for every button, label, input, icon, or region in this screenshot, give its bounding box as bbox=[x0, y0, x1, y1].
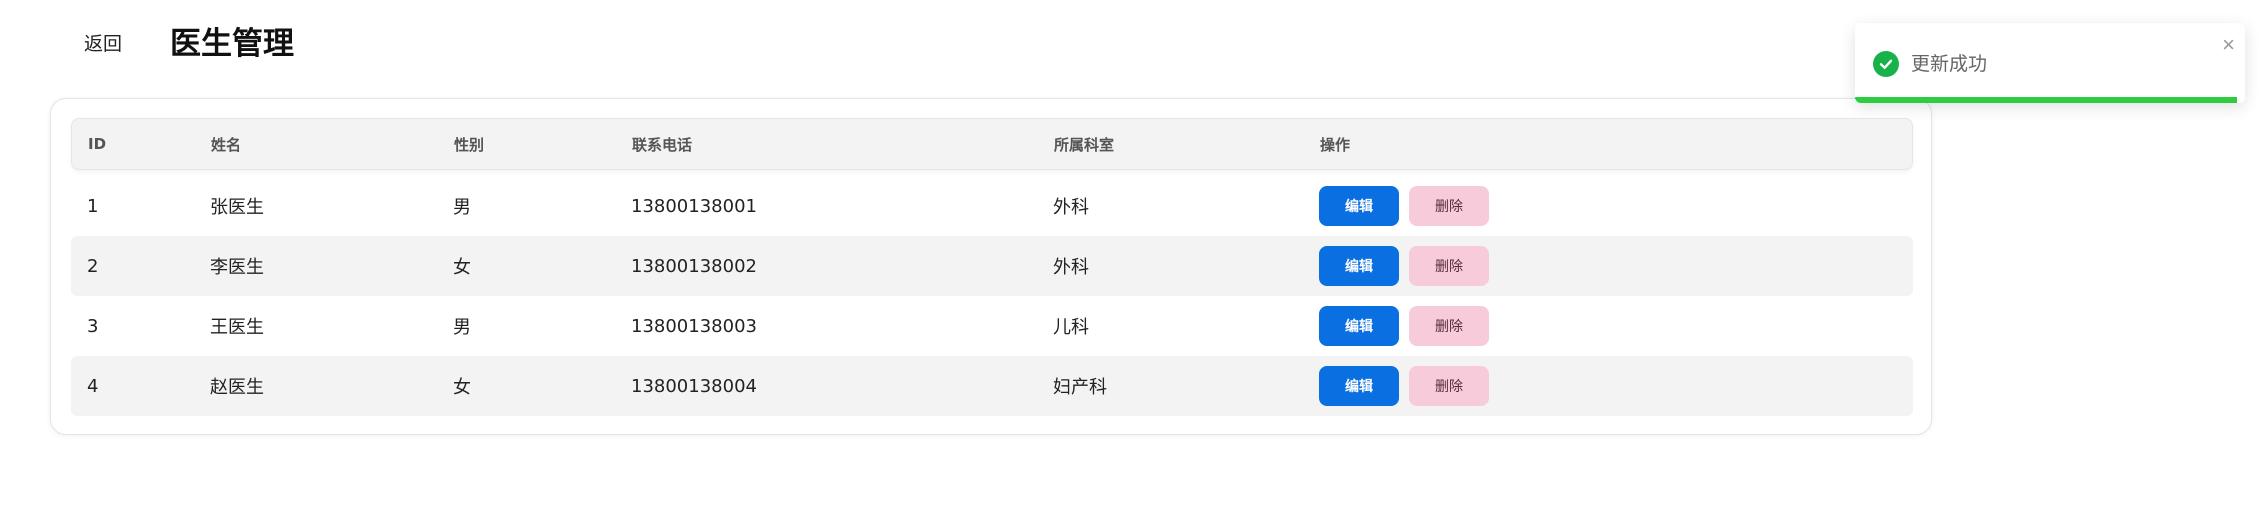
delete-button[interactable]: 删除 bbox=[1409, 186, 1489, 226]
cell-phone: 13800138003 bbox=[631, 315, 757, 337]
delete-button[interactable]: 删除 bbox=[1409, 306, 1489, 346]
table-row: 3 王医生 男 13800138003 儿科 编辑 删除 bbox=[71, 296, 1913, 356]
cell-id: 4 bbox=[87, 375, 99, 397]
toast-progress-bar bbox=[1855, 97, 2238, 103]
edit-button[interactable]: 编辑 bbox=[1319, 306, 1399, 346]
cell-name: 张医生 bbox=[210, 197, 264, 218]
cell-gender: 男 bbox=[453, 317, 471, 338]
delete-button[interactable]: 删除 bbox=[1409, 246, 1489, 286]
table-row: 1 张医生 男 13800138001 外科 编辑 删除 bbox=[71, 176, 1913, 236]
cell-id: 3 bbox=[87, 315, 99, 337]
cell-gender: 男 bbox=[453, 197, 471, 218]
delete-button[interactable]: 删除 bbox=[1409, 366, 1489, 406]
toast-message: 更新成功 bbox=[1911, 53, 1988, 75]
cell-actions: 编辑 删除 bbox=[1319, 186, 1913, 226]
check-circle-icon bbox=[1873, 51, 1899, 77]
cell-department: 妇产科 bbox=[1053, 377, 1107, 398]
column-header-name: 姓名 bbox=[211, 135, 242, 154]
edit-button[interactable]: 编辑 bbox=[1319, 366, 1399, 406]
page-header: 返回 医生管理 bbox=[0, 0, 1990, 90]
column-header-id: ID bbox=[88, 135, 107, 153]
cell-gender: 女 bbox=[453, 377, 471, 398]
column-header-actions: 操作 bbox=[1320, 135, 1351, 154]
cell-phone: 13800138004 bbox=[631, 375, 757, 397]
back-button[interactable]: 返回 bbox=[80, 28, 126, 62]
cell-department: 外科 bbox=[1053, 257, 1089, 278]
column-header-phone: 联系电话 bbox=[632, 135, 693, 154]
cell-id: 1 bbox=[87, 195, 99, 217]
cell-department: 外科 bbox=[1053, 197, 1089, 218]
page-title: 医生管理 bbox=[170, 26, 294, 62]
cell-actions: 编辑 删除 bbox=[1319, 366, 1913, 406]
cell-department: 儿科 bbox=[1053, 317, 1089, 338]
table-row: 4 赵医生 女 13800138004 妇产科 编辑 删除 bbox=[71, 356, 1913, 416]
cell-name: 王医生 bbox=[210, 317, 264, 338]
close-icon[interactable]: × bbox=[2222, 31, 2235, 59]
column-header-gender: 性别 bbox=[454, 135, 485, 154]
cell-name: 李医生 bbox=[210, 257, 264, 278]
cell-gender: 女 bbox=[453, 257, 471, 278]
success-toast: 更新成功 × bbox=[1855, 23, 2245, 103]
column-header-department: 所属科室 bbox=[1054, 135, 1115, 154]
cell-name: 赵医生 bbox=[210, 377, 264, 398]
doctor-table: ID 姓名 性别 联系电话 所属科室 操作 1 张医生 男 1380013800… bbox=[71, 118, 1913, 416]
cell-phone: 13800138002 bbox=[631, 255, 757, 277]
edit-button[interactable]: 编辑 bbox=[1319, 246, 1399, 286]
table-body: 1 张医生 男 13800138001 外科 编辑 删除 2 李医生 女 138… bbox=[71, 176, 1913, 416]
doctor-table-card: ID 姓名 性别 联系电话 所属科室 操作 1 张医生 男 1380013800… bbox=[50, 98, 1932, 435]
table-header: ID 姓名 性别 联系电话 所属科室 操作 bbox=[71, 118, 1913, 170]
cell-actions: 编辑 删除 bbox=[1319, 246, 1913, 286]
cell-actions: 编辑 删除 bbox=[1319, 306, 1913, 346]
cell-id: 2 bbox=[87, 255, 99, 277]
cell-phone: 13800138001 bbox=[631, 195, 757, 217]
table-row: 2 李医生 女 13800138002 外科 编辑 删除 bbox=[71, 236, 1913, 296]
edit-button[interactable]: 编辑 bbox=[1319, 186, 1399, 226]
